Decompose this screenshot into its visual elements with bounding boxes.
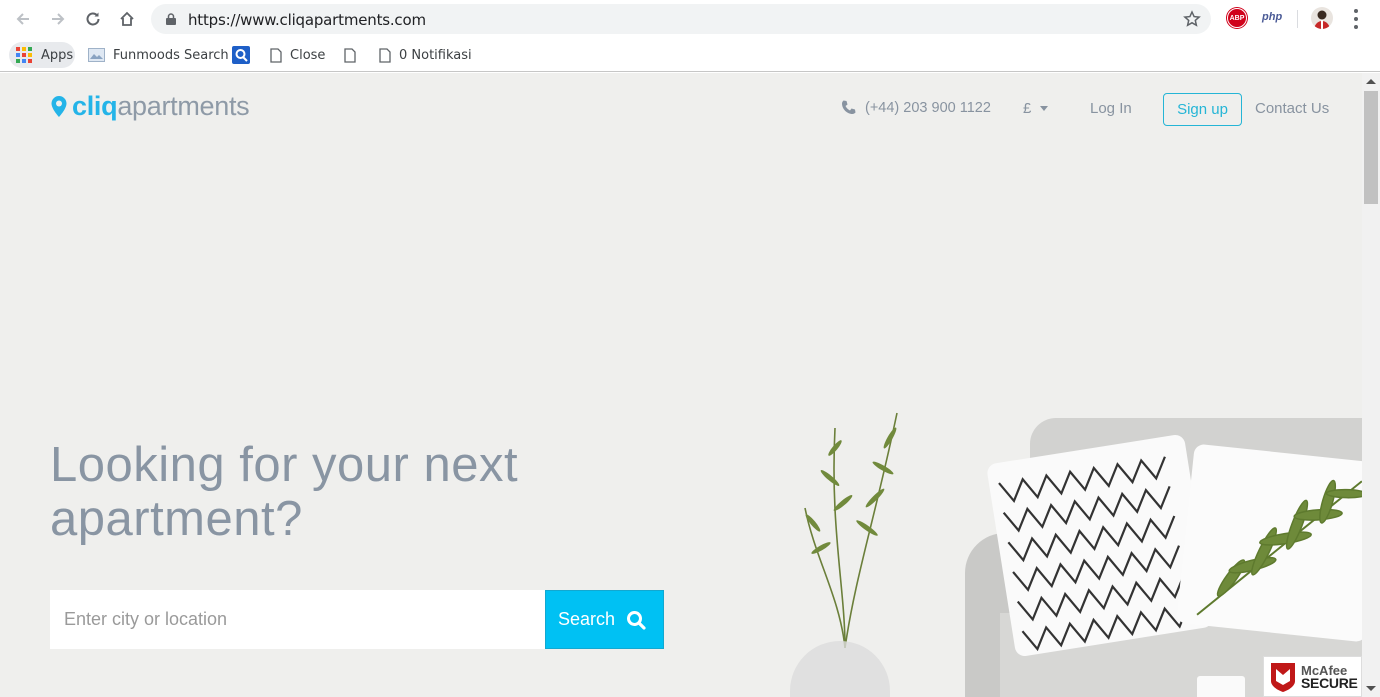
bookmark-star-icon[interactable] [1183,10,1201,28]
signup-button[interactable]: Sign up [1163,93,1242,126]
home-button[interactable] [115,7,139,31]
currency-selector[interactable]: £ [1023,100,1049,117]
logo-text-cliq: cliq [72,91,118,121]
mcafee-secure-badge[interactable]: McAfee SECURE [1263,656,1362,697]
lock-icon [166,13,176,25]
bookmark-notifikasi-label: 0 Notifikasi [399,47,472,63]
hero-headline: Looking for your next apartment? [50,438,650,546]
caret-down-icon [1040,106,1049,111]
phone-icon [842,100,856,114]
back-button[interactable] [11,7,35,31]
bookmark-close-label: Close [290,47,326,63]
bookmark-blank[interactable] [344,42,364,68]
forward-button[interactable] [46,7,70,31]
address-bar[interactable]: https://www.cliqapartments.com [151,4,1211,34]
zigzag-pillow-decoration [985,433,1215,658]
page-content: cliq apartments (+44) 203 900 1122 £ Log … [0,73,1362,697]
search-icon [627,610,646,630]
bookmark-apps-label: Apps [41,47,74,63]
bookmarks-bar: Apps Funmoods Search Close 0 Notifikasi [0,38,1380,72]
secure-label: SECURE [1301,674,1358,691]
back-arrow-icon [16,13,29,25]
browser-menu-button[interactable] [1351,9,1361,29]
page-icon [270,47,282,63]
php-extension-icon[interactable]: php [1262,11,1282,23]
adblock-plus-icon[interactable]: ABP [1227,8,1247,28]
scroll-up-arrow-icon[interactable] [1366,79,1376,84]
bookmark-notifikasi[interactable]: 0 Notifikasi [379,42,472,68]
avatar-icon [1314,10,1330,29]
scrollbar-thumb[interactable] [1364,91,1378,204]
cup-decoration [1197,676,1245,697]
hero-headline-line2: apartment? [50,492,303,546]
location-pin-icon [51,95,67,117]
reload-button[interactable] [81,7,105,31]
search-q-icon [232,46,250,64]
currency-symbol: £ [1023,100,1032,117]
search-button[interactable]: Search [545,590,664,649]
browser-toolbar: https://www.cliqapartments.com ABP php [0,0,1380,38]
mcafee-shield-icon [1271,662,1295,692]
funmoods-icon [88,48,105,62]
location-search-input[interactable] [50,590,545,649]
toolbar-separator [1297,10,1298,28]
profile-avatar[interactable] [1311,7,1333,29]
page-icon [344,47,356,63]
login-link[interactable]: Log In [1090,100,1132,117]
reload-icon [86,12,100,26]
apps-grid-icon [16,47,32,63]
site-logo[interactable]: cliq apartments [50,91,250,122]
bookmark-close[interactable]: Close [232,42,325,68]
scroll-down-arrow-icon[interactable] [1366,686,1376,691]
bookmark-apps[interactable]: Apps [9,42,75,68]
phone-contact[interactable]: (+44) 203 900 1122 [840,99,991,116]
logo-text-apartments: apartments [117,91,250,121]
vase-decoration [790,641,890,697]
plant-decoration [804,412,898,648]
phone-number: (+44) 203 900 1122 [865,99,991,116]
search-button-label: Search [558,609,616,629]
url-text: https://www.cliqapartments.com [188,11,426,29]
bookmark-funmoods-label: Funmoods Search [113,47,229,63]
home-icon [120,11,134,26]
bookmark-funmoods[interactable]: Funmoods Search [88,42,229,68]
fern-pillow-decoration [1176,443,1362,643]
hero-headline-line1: Looking for your next [50,438,519,492]
forward-arrow-icon [52,13,65,25]
contact-us-link[interactable]: Contact Us [1255,100,1329,117]
page-icon [379,47,391,63]
